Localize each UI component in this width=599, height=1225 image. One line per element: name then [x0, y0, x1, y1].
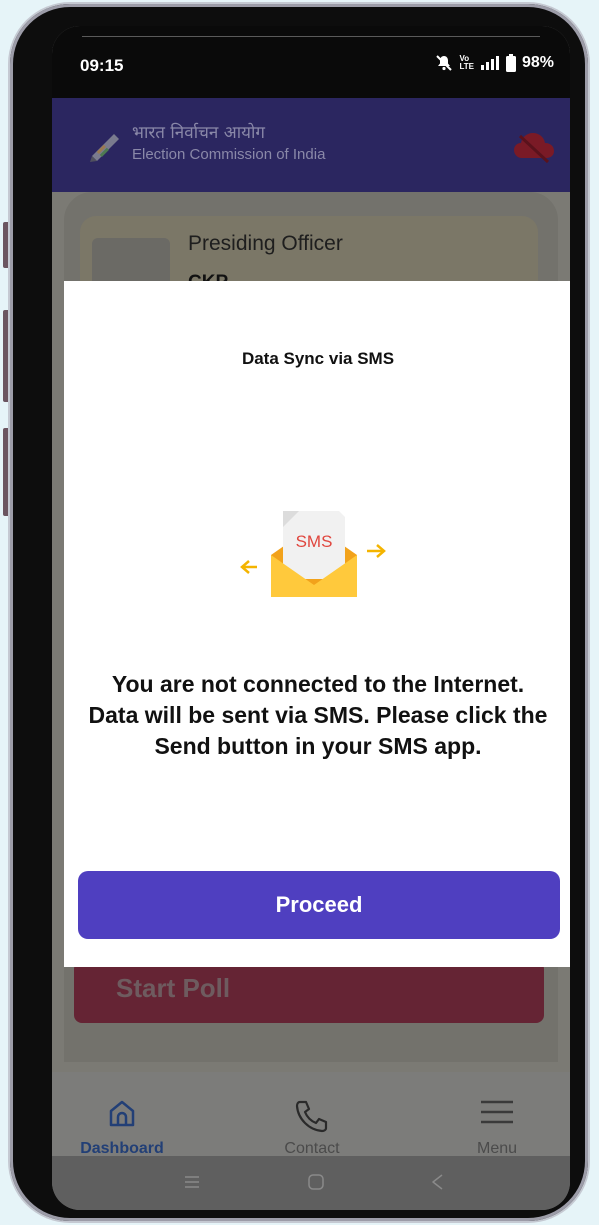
back-icon[interactable] — [428, 1172, 448, 1197]
app-header: भारत निर्वाचन आयोग Election Commission o… — [52, 98, 570, 192]
phone-frame: 09:15 Vo LTE 98% भारत निर्वाचन आयोग Elec… — [10, 4, 588, 1221]
system-nav-bar — [52, 1156, 570, 1210]
home-icon — [107, 1098, 137, 1133]
header-title-hindi: भारत निर्वाचन आयोग — [132, 123, 265, 143]
sms-envelope-icon: SMS — [229, 481, 399, 616]
start-poll-button[interactable]: Start Poll — [74, 961, 544, 1023]
recent-apps-icon[interactable] — [182, 1172, 202, 1197]
phone-screen: 09:15 Vo LTE 98% भारत निर्वाचन आयोग Elec… — [52, 26, 570, 1210]
phone-icon — [294, 1098, 330, 1139]
dialog-message: You are not connected to the Internet. D… — [88, 671, 548, 759]
eci-logo-icon — [88, 128, 122, 167]
status-bar: 09:15 Vo LTE 98% — [52, 26, 570, 98]
dialog-title: Data Sync via SMS — [241, 349, 395, 368]
hamburger-menu-icon — [479, 1098, 515, 1131]
bottom-nav: Dashboard Contact Menu — [52, 1072, 570, 1157]
sms-sync-dialog: Data Sync via SMS SMS You are not connec… — [64, 281, 570, 967]
status-time: 09:15 — [80, 56, 124, 75]
home-button-icon[interactable] — [306, 1172, 326, 1197]
signal-icon — [480, 55, 500, 71]
officer-role: Presiding Officer — [188, 232, 343, 255]
mute-icon — [435, 54, 453, 72]
header-title-english: Election Commission of India — [132, 146, 326, 163]
status-icons: Vo LTE 98% — [435, 54, 554, 72]
status-bar-divider — [82, 36, 540, 37]
proceed-button[interactable]: Proceed — [78, 871, 560, 939]
battery-icon — [505, 54, 516, 72]
sync-cloud-icon[interactable] — [512, 130, 556, 169]
volte-icon: Vo LTE — [459, 54, 474, 71]
sms-illustration-text: SMS — [296, 532, 333, 551]
battery-level: 98% — [521, 54, 554, 71]
